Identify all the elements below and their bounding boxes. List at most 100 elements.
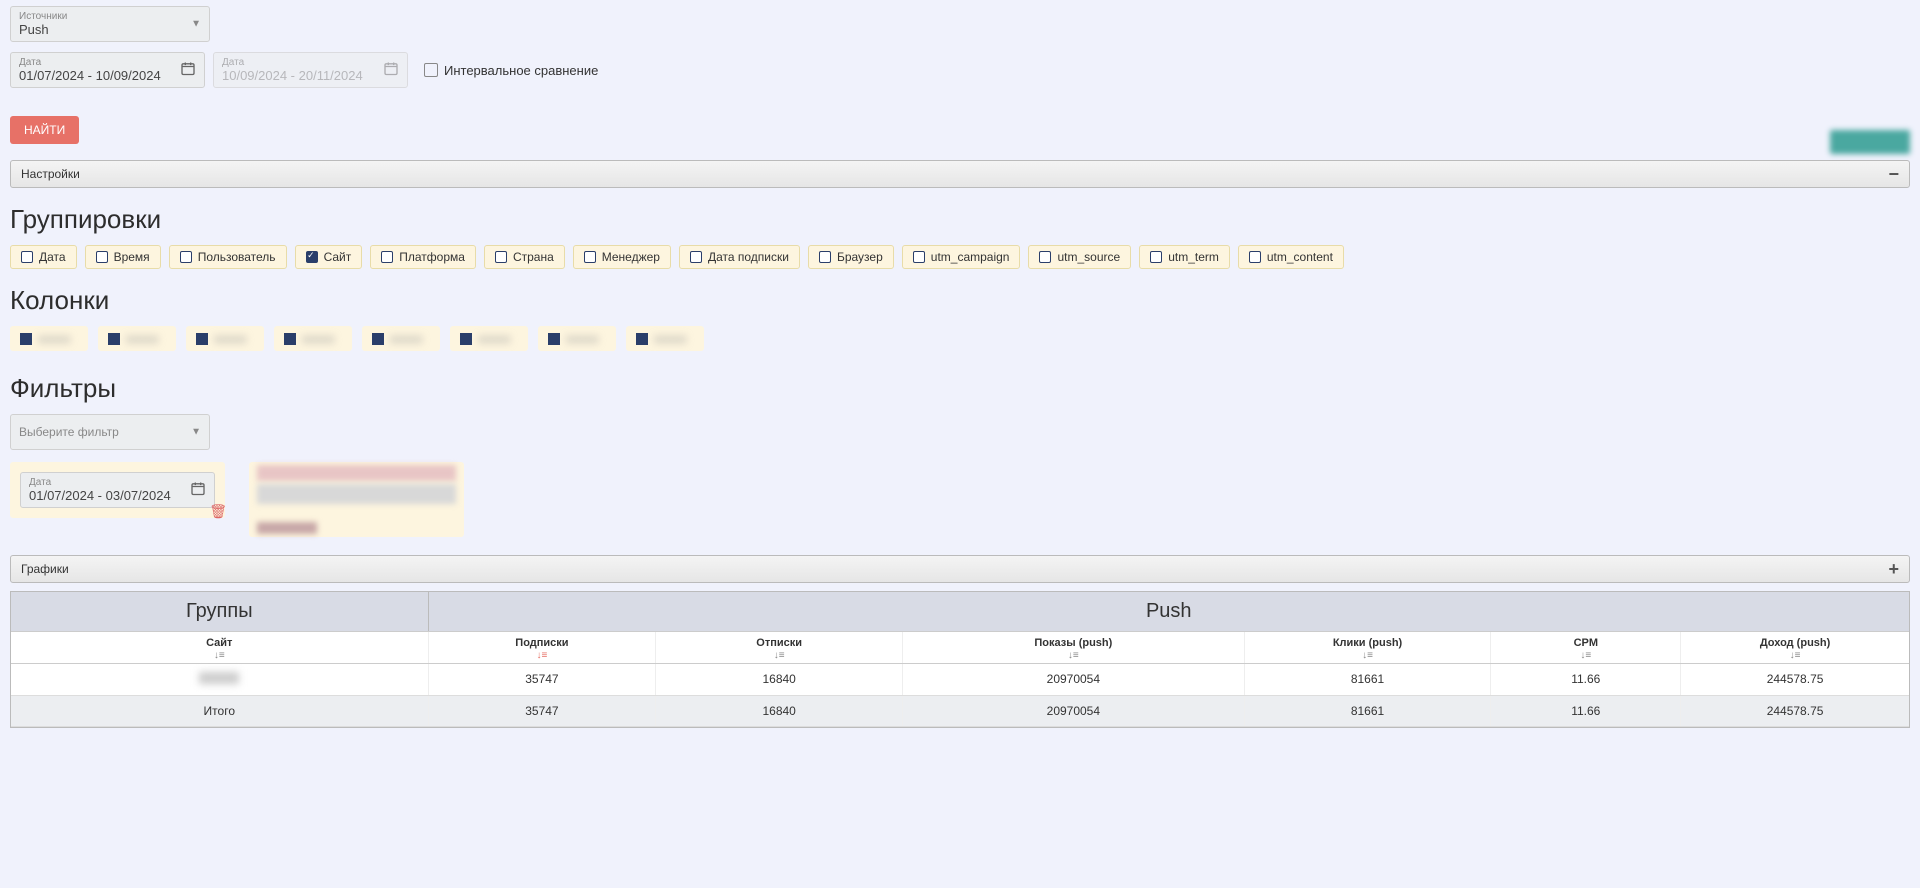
- column-chip-label: xxxxx: [390, 331, 430, 346]
- table-row-total: Итого 35747 16840 20970054 81661 11.66 2…: [11, 696, 1909, 727]
- grouping-chip-9[interactable]: utm_campaign: [902, 245, 1021, 269]
- checkbox-icon: [372, 333, 384, 345]
- cell-cpm: 11.66: [1491, 664, 1681, 695]
- sort-icon: ↓≡: [433, 650, 652, 661]
- filter-date-label: Дата: [29, 477, 206, 488]
- interval-compare-checkbox[interactable]: Интервальное сравнение: [424, 63, 598, 78]
- source-select-label: Источники: [19, 11, 201, 22]
- column-chip-label: xxxxx: [214, 331, 254, 346]
- column-chip-7[interactable]: xxxxx: [626, 326, 704, 351]
- checkbox-icon: [548, 333, 560, 345]
- column-header-4[interactable]: Клики (push)↓≡: [1245, 632, 1492, 663]
- checkbox-icon: [284, 333, 296, 345]
- checkbox-icon: [495, 251, 507, 263]
- grouping-chip-label: Пользователь: [198, 250, 276, 264]
- source-select-value: Push: [19, 22, 49, 37]
- filter-date-input[interactable]: Дата 01/07/2024 - 03/07/2024: [20, 472, 215, 508]
- cell-total-cpm: 11.66: [1491, 696, 1681, 726]
- cell-total-label: Итого: [11, 696, 429, 726]
- cell-subs: 35747: [429, 664, 657, 695]
- grouping-chip-8[interactable]: Браузер: [808, 245, 894, 269]
- charts-title: Графики: [21, 562, 69, 576]
- grouping-chip-label: Сайт: [324, 250, 352, 264]
- column-chip-1[interactable]: xxxxx: [98, 326, 176, 351]
- filter-date-value: 01/07/2024 - 03/07/2024: [29, 488, 171, 503]
- data-table: Группы Push Сайт↓≡Подписки↓≡Отписки↓≡Пок…: [10, 591, 1910, 728]
- checkbox-icon: [460, 333, 472, 345]
- checkbox-icon: [381, 251, 393, 263]
- grouping-chip-0[interactable]: Дата: [10, 245, 77, 269]
- column-header-6[interactable]: Доход (push)↓≡: [1681, 632, 1909, 663]
- column-header-1[interactable]: Подписки↓≡: [429, 632, 657, 663]
- cell-total-subs: 35747: [429, 696, 657, 726]
- grouping-chip-label: Браузер: [837, 250, 883, 264]
- column-chip-label: xxxxx: [126, 331, 166, 346]
- cell-impressions: 20970054: [903, 664, 1245, 695]
- column-chip-4[interactable]: xxxxx: [362, 326, 440, 351]
- checkbox-icon: [913, 251, 925, 263]
- search-button[interactable]: НАЙТИ: [10, 116, 79, 144]
- grouping-chip-label: Страна: [513, 250, 554, 264]
- grouping-chip-label: Менеджер: [602, 250, 660, 264]
- date1-value: 01/07/2024 - 10/09/2024: [19, 68, 161, 83]
- calendar-icon: [180, 61, 196, 80]
- grouping-chip-6[interactable]: Менеджер: [573, 245, 671, 269]
- columns-heading: Колонки: [10, 285, 1910, 316]
- checkbox-icon: [584, 251, 596, 263]
- checkbox-icon: [819, 251, 831, 263]
- sort-icon: ↓≡: [1249, 650, 1487, 661]
- column-chip-label: xxxxx: [302, 331, 342, 346]
- date-range-2[interactable]: Дата 10/09/2024 - 20/11/2024: [213, 52, 408, 88]
- sort-icon: ↓≡: [15, 650, 424, 661]
- sort-icon: ↓≡: [1495, 650, 1676, 661]
- cell-income: 244578.75: [1681, 664, 1909, 695]
- column-chip-3[interactable]: xxxxx: [274, 326, 352, 351]
- cell-total-unsubs: 16840: [656, 696, 903, 726]
- grouping-chip-label: utm_content: [1267, 250, 1333, 264]
- grouping-chip-3[interactable]: Сайт: [295, 245, 363, 269]
- checkbox-icon: [20, 333, 32, 345]
- checkbox-icon: [1249, 251, 1261, 263]
- grouping-chip-label: Платформа: [399, 250, 465, 264]
- column-chip-label: xxxxx: [654, 331, 694, 346]
- filter-select-placeholder: Выберите фильтр: [19, 425, 119, 439]
- cell-site: [11, 664, 429, 695]
- grouping-chip-2[interactable]: Пользователь: [169, 245, 287, 269]
- date2-placeholder: 10/09/2024 - 20/11/2024: [222, 68, 363, 83]
- grouping-chip-5[interactable]: Страна: [484, 245, 565, 269]
- checkbox-icon: [1150, 251, 1162, 263]
- column-header-0[interactable]: Сайт↓≡: [11, 632, 429, 663]
- column-header-3[interactable]: Показы (push)↓≡: [903, 632, 1245, 663]
- cell-total-income: 244578.75: [1681, 696, 1909, 726]
- column-chip-2[interactable]: xxxxx: [186, 326, 264, 351]
- column-chip-6[interactable]: xxxxx: [538, 326, 616, 351]
- sort-icon: ↓≡: [660, 650, 898, 661]
- grouping-chip-10[interactable]: utm_source: [1028, 245, 1131, 269]
- charts-accordion-header[interactable]: Графики +: [10, 555, 1910, 583]
- grouping-chip-11[interactable]: utm_term: [1139, 245, 1230, 269]
- plus-icon: +: [1888, 563, 1899, 575]
- column-header-5[interactable]: CPM↓≡: [1491, 632, 1681, 663]
- grouping-chip-label: Время: [114, 250, 150, 264]
- filters-heading: Фильтры: [10, 373, 1910, 404]
- grouping-chip-4[interactable]: Платформа: [370, 245, 476, 269]
- user-badge: [1830, 130, 1910, 154]
- grouping-chip-1[interactable]: Время: [85, 245, 161, 269]
- grouping-chip-7[interactable]: Дата подписки: [679, 245, 800, 269]
- grouping-chip-12[interactable]: utm_content: [1238, 245, 1344, 269]
- trash-icon[interactable]: 🗑: [209, 503, 227, 520]
- checkbox-icon: [424, 63, 438, 77]
- date-range-1[interactable]: Дата 01/07/2024 - 10/09/2024: [10, 52, 205, 88]
- settings-accordion-header[interactable]: Настройки −: [10, 160, 1910, 188]
- date2-label: Дата: [222, 57, 399, 68]
- column-header-2[interactable]: Отписки↓≡: [656, 632, 903, 663]
- column-chip-5[interactable]: xxxxx: [450, 326, 528, 351]
- filter-select[interactable]: Выберите фильтр ▼: [10, 414, 210, 450]
- grouping-chip-label: utm_term: [1168, 250, 1219, 264]
- source-select[interactable]: Источники Push ▼: [10, 6, 210, 42]
- column-chip-0[interactable]: xxxxx: [10, 326, 88, 351]
- sort-icon: ↓≡: [1685, 650, 1905, 661]
- table-header-groups: Группы: [11, 592, 429, 631]
- checkbox-icon: [690, 251, 702, 263]
- sort-icon: ↓≡: [907, 650, 1240, 661]
